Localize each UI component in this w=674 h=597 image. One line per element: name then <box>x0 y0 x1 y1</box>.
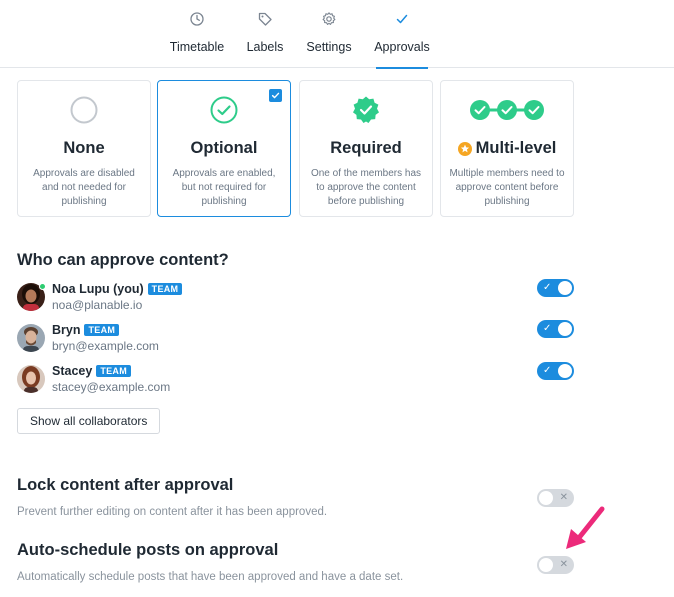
auto-schedule-title: Auto-schedule posts on approval <box>17 541 279 559</box>
toggle-knob <box>539 491 553 505</box>
approver-name: Bryn <box>52 323 81 337</box>
toggle-knob <box>558 364 572 378</box>
team-badge: TEAM <box>147 283 183 295</box>
option-title: None <box>63 139 105 157</box>
approver-row: Noa Lupu (you) TEAM noa@planable.io <box>17 282 577 316</box>
approver-row: Bryn TEAM bryn@example.com <box>17 323 577 357</box>
online-status-dot <box>39 283 46 290</box>
tab-label: Timetable <box>169 40 225 54</box>
toggle-x-mark: ✕ <box>559 492 568 503</box>
tab-label: Approvals <box>374 40 430 54</box>
tab-labels[interactable]: Labels <box>246 0 284 68</box>
approval-option-none[interactable]: None Approvals are disabled and not need… <box>17 80 151 217</box>
approval-option-required[interactable]: Required One of the members has to appro… <box>299 80 433 217</box>
option-title: Multi-level <box>475 139 557 157</box>
toggle-check-mark: ✓ <box>543 323 552 334</box>
option-description: One of the members has to approve the co… <box>310 168 422 207</box>
approvers-section-title: Who can approve content? <box>17 251 229 269</box>
badge-check-icon <box>300 95 432 125</box>
chain-check-icon <box>441 95 573 125</box>
option-title: Required <box>330 139 402 157</box>
approval-option-multi-level[interactable]: Multi-level Multiple members need to app… <box>440 80 574 217</box>
toggle-check-mark: ✓ <box>543 365 552 376</box>
approval-option-optional[interactable]: Optional Approvals are enabled, but not … <box>157 80 291 217</box>
toggle-knob <box>539 558 553 572</box>
approver-toggle-bryn[interactable]: ✓ <box>537 320 574 338</box>
option-description: Multiple members need to approve content… <box>449 168 565 207</box>
toggle-x-mark: ✕ <box>559 559 568 570</box>
tab-settings[interactable]: Settings <box>306 0 352 68</box>
auto-schedule-toggle[interactable]: ✕ <box>537 556 574 574</box>
tag-icon <box>258 12 272 26</box>
approver-email: bryn@example.com <box>52 339 159 353</box>
option-description: Approvals are disabled and not needed fo… <box>33 168 135 207</box>
gear-icon <box>322 12 336 25</box>
tab-label: Labels <box>246 40 284 54</box>
avatar <box>17 365 45 393</box>
approver-name: Noa Lupu (you) <box>52 282 144 296</box>
avatar <box>17 324 45 352</box>
toggle-knob <box>558 322 572 336</box>
option-title: Optional <box>190 139 258 157</box>
tab-approvals[interactable]: Approvals <box>374 0 430 69</box>
approver-email: stacey@example.com <box>52 380 171 394</box>
approver-name-row: Noa Lupu (you) TEAM <box>52 282 183 296</box>
premium-star-icon <box>457 141 472 156</box>
annotation-arrow-icon <box>566 506 605 549</box>
option-title-row: Multi-level <box>441 139 573 158</box>
toggle-knob <box>558 281 572 295</box>
clock-icon <box>190 12 204 26</box>
approver-name: Stacey <box>52 364 93 378</box>
option-description: Approvals are enabled, but not required … <box>172 168 276 207</box>
active-tab-indicator <box>376 67 428 69</box>
team-badge: TEAM <box>84 324 120 336</box>
empty-circle-icon <box>18 95 150 125</box>
approver-toggle-noa[interactable]: ✓ <box>537 279 574 297</box>
team-badge: TEAM <box>96 365 132 377</box>
approver-toggle-stacey[interactable]: ✓ <box>537 362 574 380</box>
approver-name-row: Stacey TEAM <box>52 364 132 378</box>
tab-timetable[interactable]: Timetable <box>168 0 226 68</box>
approver-name-row: Bryn TEAM <box>52 323 120 337</box>
lock-content-description: Prevent further editing on content after… <box>17 506 328 518</box>
approver-row: Stacey TEAM stacey@example.com <box>17 364 577 398</box>
toggle-check-mark: ✓ <box>543 282 552 293</box>
tab-bar: Timetable Labels Settings Approvals <box>0 0 674 69</box>
show-all-collaborators-button[interactable]: Show all collaborators <box>17 408 161 434</box>
approver-email: noa@planable.io <box>52 298 143 312</box>
tab-label: Settings <box>306 40 352 54</box>
check-circle-icon <box>158 95 290 125</box>
auto-schedule-description: Automatically schedule posts that have b… <box>17 571 404 583</box>
check-icon <box>396 14 408 24</box>
lock-content-title: Lock content after approval <box>17 476 234 494</box>
